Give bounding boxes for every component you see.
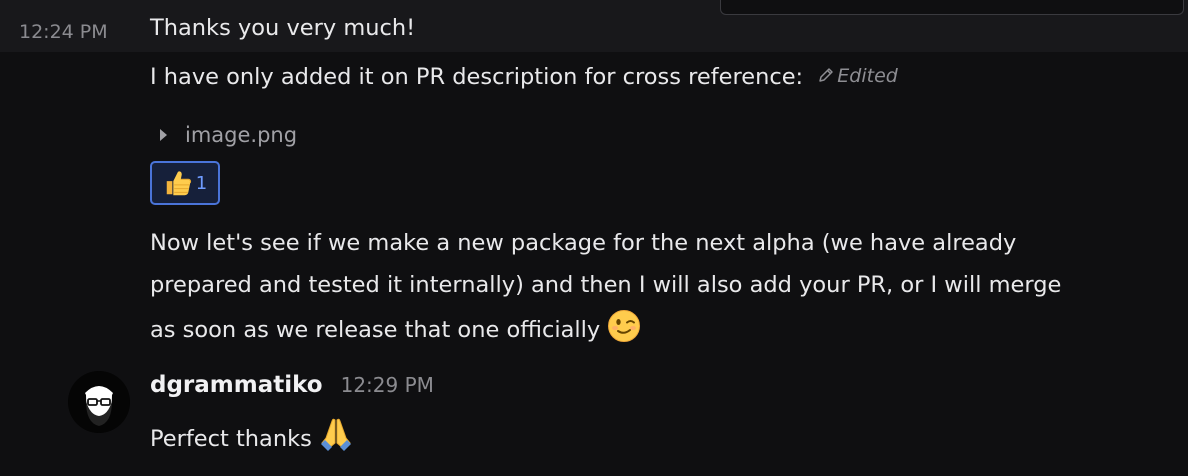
reaction-count: 1 <box>195 172 208 194</box>
edited-indicator: Edited <box>818 58 898 95</box>
message-line-last: as soon as we release that one officiall… <box>150 309 641 349</box>
winking-face-icon <box>608 310 641 342</box>
edited-label: Edited <box>837 65 898 87</box>
reaction-thumbs-up[interactable]: 1 <box>150 161 220 205</box>
message-text: Thanks you very much! <box>150 15 416 41</box>
message-timestamp: 12:29 PM <box>340 373 434 397</box>
message-header: dgrammatiko 12:29 PM <box>150 372 434 398</box>
user-avatar[interactable] <box>68 371 130 433</box>
message-text: Perfect thanks <box>150 426 312 452</box>
message-row: I have only added it on PR description f… <box>150 58 898 96</box>
message-text: I have only added it on PR description f… <box>150 64 804 90</box>
caret-right-icon <box>160 129 167 141</box>
message-row: Perfect thanks <box>150 416 353 458</box>
message-timestamp: 12:24 PM <box>19 21 108 43</box>
message-actions-toolbar[interactable] <box>720 0 1184 15</box>
attachment-toggle[interactable]: image.png <box>160 118 297 152</box>
message-line: prepared and tested it internally) and t… <box>150 272 1062 298</box>
pencil-icon <box>819 68 834 82</box>
author-name[interactable]: dgrammatiko <box>150 372 323 398</box>
chat-thread: 12:24 PM Thanks you very much! I have on… <box>0 0 1188 476</box>
message-line: Now let's see if we make a new package f… <box>150 230 1017 256</box>
attachment-filename: image.png <box>185 123 298 147</box>
thumbs-up-icon <box>166 171 191 196</box>
folded-hands-icon <box>321 418 352 451</box>
message-line: as soon as we release that one officiall… <box>150 317 601 343</box>
bearded-man-avatar-icon <box>68 371 130 433</box>
